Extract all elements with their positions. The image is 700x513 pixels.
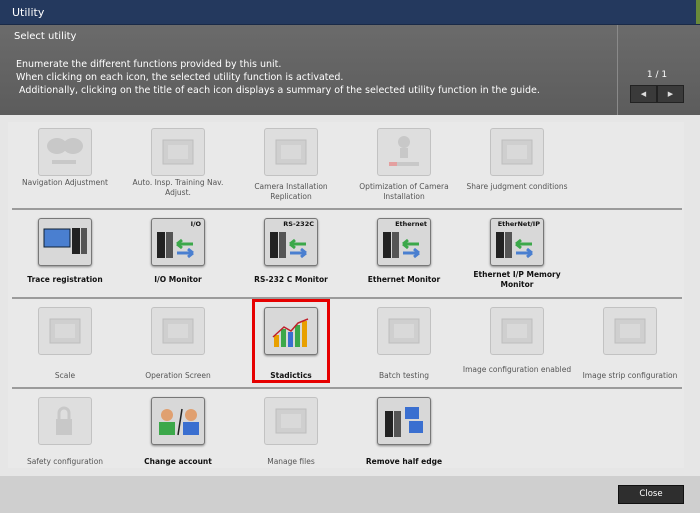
manage-files-icon: [264, 397, 318, 445]
page-indicator: 1 / 1: [646, 70, 668, 80]
utility-tile-rs232c-monitor[interactable]: RS-232C RS-232 C Monitor: [236, 218, 346, 304]
utility-tile-scale[interactable]: Scale: [10, 307, 120, 393]
utility-tile-ethernet-monitor[interactable]: Ethernet Ethernet Monitor: [349, 218, 459, 304]
io-monitor-icon: I/O: [151, 218, 205, 266]
utility-tile-label[interactable]: Ethernet I/P Memory Monitor: [462, 270, 572, 290]
ng-ok-icon: [38, 128, 92, 176]
utility-tile-image-config[interactable]: Image configuration enabled: [462, 307, 572, 393]
utility-tile-change-account[interactable]: Change account: [123, 397, 233, 483]
utility-tile-label[interactable]: Camera Installation Replication: [236, 182, 346, 202]
trace-icon: [38, 218, 92, 266]
image-strip-icon: [603, 307, 657, 355]
utility-tile-label[interactable]: RS-232 C Monitor: [236, 275, 346, 285]
header-description: Enumerate the different functions provid…: [16, 58, 540, 97]
prev-page-button[interactable]: ◀: [630, 85, 657, 103]
camera-optimize-icon: [377, 128, 431, 176]
ethernet-monitor-icon: Ethernet: [377, 218, 431, 266]
utility-tile-ng-ok[interactable]: Navigation Adjustment: [10, 128, 120, 214]
utility-tile-label[interactable]: Safety configuration: [10, 457, 120, 467]
change-account-icon: [151, 397, 205, 445]
batch-testing-icon: [377, 307, 431, 355]
utility-tile-label[interactable]: Operation Screen: [123, 371, 233, 381]
utility-tile-io-monitor[interactable]: I/O I/O Monitor: [123, 218, 233, 304]
icon-tag: Ethernet: [395, 220, 427, 228]
utility-tile-label[interactable]: Optimization of Camera Installation: [349, 182, 459, 202]
utility-tile-remove-half-edge[interactable]: Remove half edge: [349, 397, 459, 483]
description-line-1: Enumerate the different functions provid…: [16, 59, 282, 70]
share-icon: [490, 128, 544, 176]
title-bar-edge: [696, 0, 700, 24]
utility-tile-manage-files[interactable]: Manage files: [236, 397, 346, 483]
utility-tile-image-strip[interactable]: Image strip configuration: [575, 307, 685, 393]
footer-bar: [0, 476, 700, 513]
utility-tile-label[interactable]: Manage files: [236, 457, 346, 467]
utility-tile-label[interactable]: Scale: [10, 371, 120, 381]
utility-tile-label[interactable]: I/O Monitor: [123, 275, 233, 285]
header-divider: [617, 25, 618, 115]
camera-replicate-icon: [264, 128, 318, 176]
utility-tile-operation-screen[interactable]: Operation Screen: [123, 307, 233, 393]
icon-tag: EtherNet/IP: [497, 220, 540, 228]
utility-tile-share[interactable]: Share judgment conditions: [462, 128, 572, 214]
operation-screen-icon: [151, 307, 205, 355]
utility-tile-label[interactable]: Image configuration enabled: [462, 365, 572, 375]
utility-tile-label[interactable]: Share judgment conditions: [462, 182, 572, 192]
utility-tile-label[interactable]: Trace registration: [10, 275, 120, 285]
utility-tile-label[interactable]: Ethernet Monitor: [349, 275, 459, 285]
utility-tile-trace[interactable]: Trace registration: [10, 218, 120, 304]
image-config-icon: [490, 307, 544, 355]
description-line-2: When clicking on each icon, the selected…: [16, 72, 344, 83]
pager: 1 / 1 ◀ ▶: [630, 70, 684, 103]
utility-tile-safety-lock[interactable]: Safety configuration: [10, 397, 120, 483]
icon-tag: RS-232C: [283, 220, 314, 228]
window-title-bar: Utility: [0, 0, 700, 25]
ethernet-ip-icon: EtherNet/IP: [490, 218, 544, 266]
icon-tag: I/O: [190, 220, 201, 228]
utility-tile-label[interactable]: Auto. Insp. Training Nav. Adjust.: [123, 178, 233, 198]
close-button[interactable]: Close: [618, 485, 684, 504]
window-title: Utility: [12, 6, 45, 19]
utility-tile-camera-optimize[interactable]: Optimization of Camera Installation: [349, 128, 459, 214]
utility-tile-label[interactable]: Image strip configuration: [575, 371, 685, 381]
select-utility-label: Select utility: [14, 31, 77, 42]
utility-tile-label[interactable]: Navigation Adjustment: [10, 178, 120, 188]
utility-tile-batch-testing[interactable]: Batch testing: [349, 307, 459, 393]
description-line-3: Additionally, clicking on the title of e…: [16, 85, 540, 96]
utility-header: Select utility Enumerate the different f…: [0, 25, 700, 115]
utility-tile-camera-replicate[interactable]: Camera Installation Replication: [236, 128, 346, 214]
rs232c-monitor-icon: RS-232C: [264, 218, 318, 266]
safety-lock-icon: [38, 397, 92, 445]
utility-tile-label[interactable]: Batch testing: [349, 371, 459, 381]
ng-check-icon: [151, 128, 205, 176]
utility-tile-label[interactable]: Remove half edge: [349, 457, 459, 467]
selection-highlight: [252, 299, 330, 383]
utility-tile-ng-check[interactable]: Auto. Insp. Training Nav. Adjust.: [123, 128, 233, 214]
utility-tile-ethernet-ip[interactable]: EtherNet/IP Ethernet I/P Memory Monitor: [462, 218, 572, 304]
utility-tile-label[interactable]: Change account: [123, 457, 233, 467]
next-page-button[interactable]: ▶: [657, 85, 684, 103]
scale-icon: [38, 307, 92, 355]
remove-half-edge-icon: [377, 397, 431, 445]
